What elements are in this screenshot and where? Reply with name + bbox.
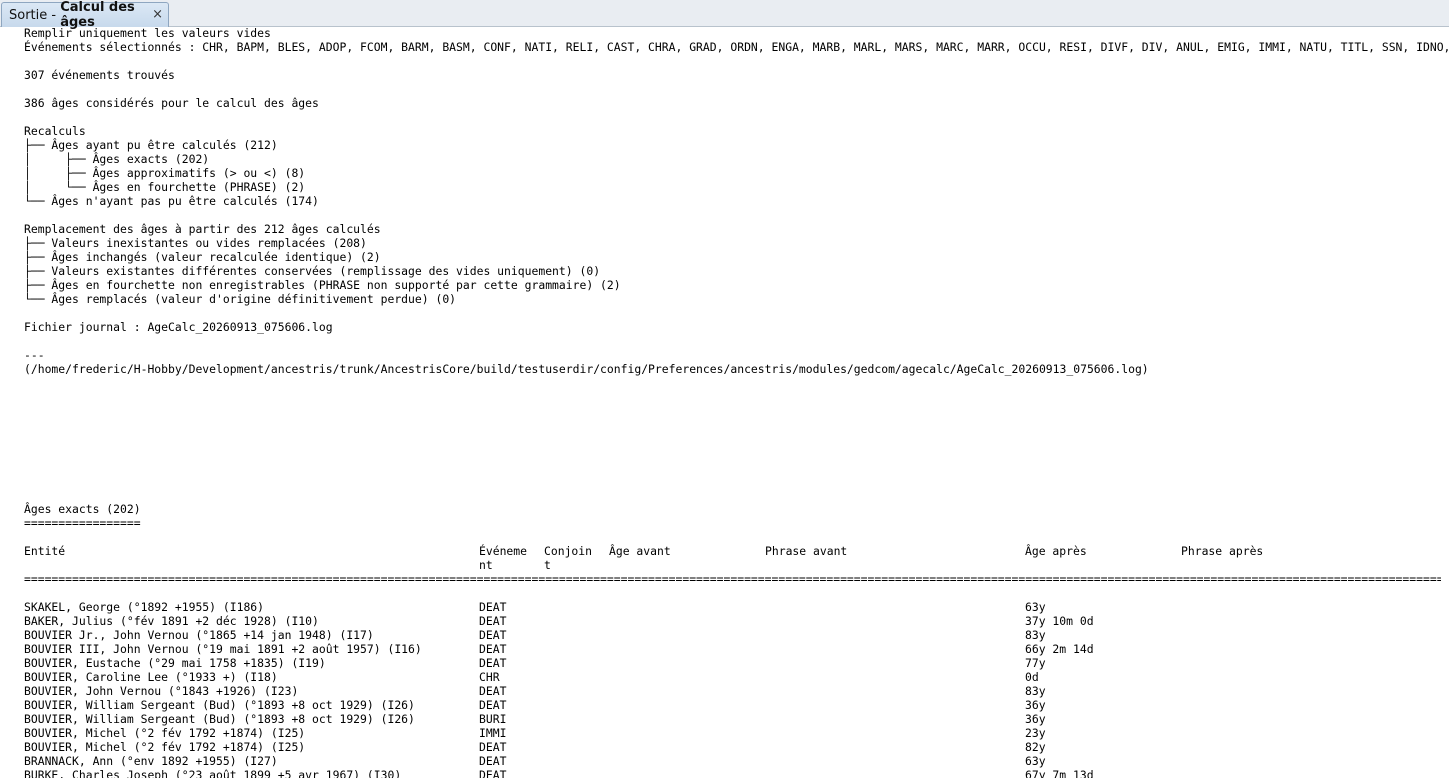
recalc-item: ├── Âges ayant pu être calculés (212) [24,138,278,152]
replacement-item: └── Âges remplacés (valeur d'origine déf… [24,292,457,306]
replacement-item: ├── Valeurs inexistantes ou vides rempla… [24,236,367,250]
cell-event: BURI [479,712,507,726]
cell-event: DEAT [479,600,507,614]
header-entity: Entité [24,544,66,558]
header-spouse: Conjoin [544,544,593,558]
cell-entity: BOUVIER, William Sergeant (Bud) (°1893 +… [24,712,415,726]
cell-event: DEAT [479,614,507,628]
cell-age-after: 66y 2m 14d [1025,642,1094,656]
cell-age-after: 0d [1025,670,1039,684]
tab-output-age-calc[interactable]: Sortie - Calcul des âges × [1,0,169,30]
cell-entity: BOUVIER, William Sergeant (Bud) (°1893 +… [24,698,415,712]
tab-prefix: Sortie - [9,7,61,23]
separator: --- [24,348,45,362]
cell-event: DEAT [479,684,507,698]
replacement-title: Remplacement des âges à partir des 212 â… [24,222,381,236]
cell-age-after: 63y [1025,754,1046,768]
close-icon[interactable]: × [152,7,163,22]
cell-event: CHR [479,670,500,684]
replacement-item: ├── Valeurs existantes différentes conse… [24,264,601,278]
cell-entity: BOUVIER, Michel (°2 fév 1792 +1874) (I25… [24,740,306,754]
cell-entity: BOUVIER, Michel (°2 fév 1792 +1874) (I25… [24,726,306,740]
recalc-item: │ └── Âges en fourchette (PHRASE) (2) [24,180,306,194]
recalc-title: Recalculs [24,124,86,138]
recalc-item: │ ├── Âges approximatifs (> ou <) (8) [24,166,306,180]
cell-entity: BOUVIER, John Vernou (°1843 +1926) (I23) [24,684,299,698]
cell-age-after: 82y [1025,740,1046,754]
tab-bar: Sortie - Calcul des âges × [0,0,1449,30]
header-age-after: Âge après [1025,544,1087,558]
output-panel: Remplir uniquement les valeurs vides Évé… [0,27,1449,778]
cell-age-after: 37y 10m 0d [1025,614,1094,628]
header-age-before: Âge avant [609,544,671,558]
journal-file: Fichier journal : AgeCalc_20260913_07560… [24,320,333,334]
exact-ages-title: Âges exacts (202) [24,502,141,516]
report-found: 307 événements trouvés [24,68,175,82]
cell-age-after: 77y [1025,656,1046,670]
header-phrase-after: Phrase après [1181,544,1264,558]
cell-event: DEAT [479,628,507,642]
cell-event: DEAT [479,642,507,656]
cell-age-after: 36y [1025,698,1046,712]
recalc-item: └── Âges n'ayant pas pu être calculés (1… [24,194,319,208]
cell-event: IMMI [479,726,507,740]
recalc-item: │ ├── Âges exacts (202) [24,152,210,166]
cell-event: DEAT [479,754,507,768]
cell-age-after: 83y [1025,628,1046,642]
cell-entity: BOUVIER III, John Vernou (°19 mai 1891 +… [24,642,422,656]
cell-entity: BOUVIER Jr., John Vernou (°1865 +14 jan … [24,628,374,642]
report-considered: 386 âges considérés pour le calcul des â… [24,96,319,110]
cell-entity: SKAKEL, George (°1892 +1955) (I186) [24,600,265,614]
cell-entity: BOUVIER, Caroline Lee (°1933 +) (I18) [24,670,278,684]
journal-path-link[interactable]: (/home/frederic/H-Hobby/Development/ance… [24,362,1149,376]
report-events-selected: Événements sélectionnés : CHR, BAPM, BLE… [24,40,1449,54]
header-phrase-before: Phrase avant [765,544,848,558]
replacement-item: ├── Âges en fourchette non enregistrable… [24,278,621,292]
header-event-cont: nt [479,558,493,572]
cell-age-after: 67y 7m 13d [1025,768,1094,778]
cell-age-after: 23y [1025,726,1046,740]
table-rule: ========================================… [24,572,1441,586]
cell-entity: BOUVIER, Eustache (°29 mai 1758 +1835) (… [24,656,326,670]
header-spouse-cont: t [544,558,551,572]
cell-event: DEAT [479,740,507,754]
cell-age-after: 36y [1025,712,1046,726]
header-event: Événeme [479,544,528,558]
exact-ages-underline: ================= [24,516,141,530]
cell-entity: BAKER, Julius (°fév 1891 +2 déc 1928) (I… [24,614,319,628]
cell-event: DEAT [479,698,507,712]
report-line: Remplir uniquement les valeurs vides [24,27,271,40]
cell-age-after: 63y [1025,600,1046,614]
cell-entity: BURKE, Charles Joseph (°23 août 1899 +5 … [24,768,402,778]
cell-event: DEAT [479,656,507,670]
cell-event: DEAT [479,768,507,778]
cell-age-after: 83y [1025,684,1046,698]
replacement-item: ├── Âges inchangés (valeur recalculée id… [24,250,381,264]
cell-entity: BRANNACK, Ann (°env 1892 +1955) (I27) [24,754,278,768]
